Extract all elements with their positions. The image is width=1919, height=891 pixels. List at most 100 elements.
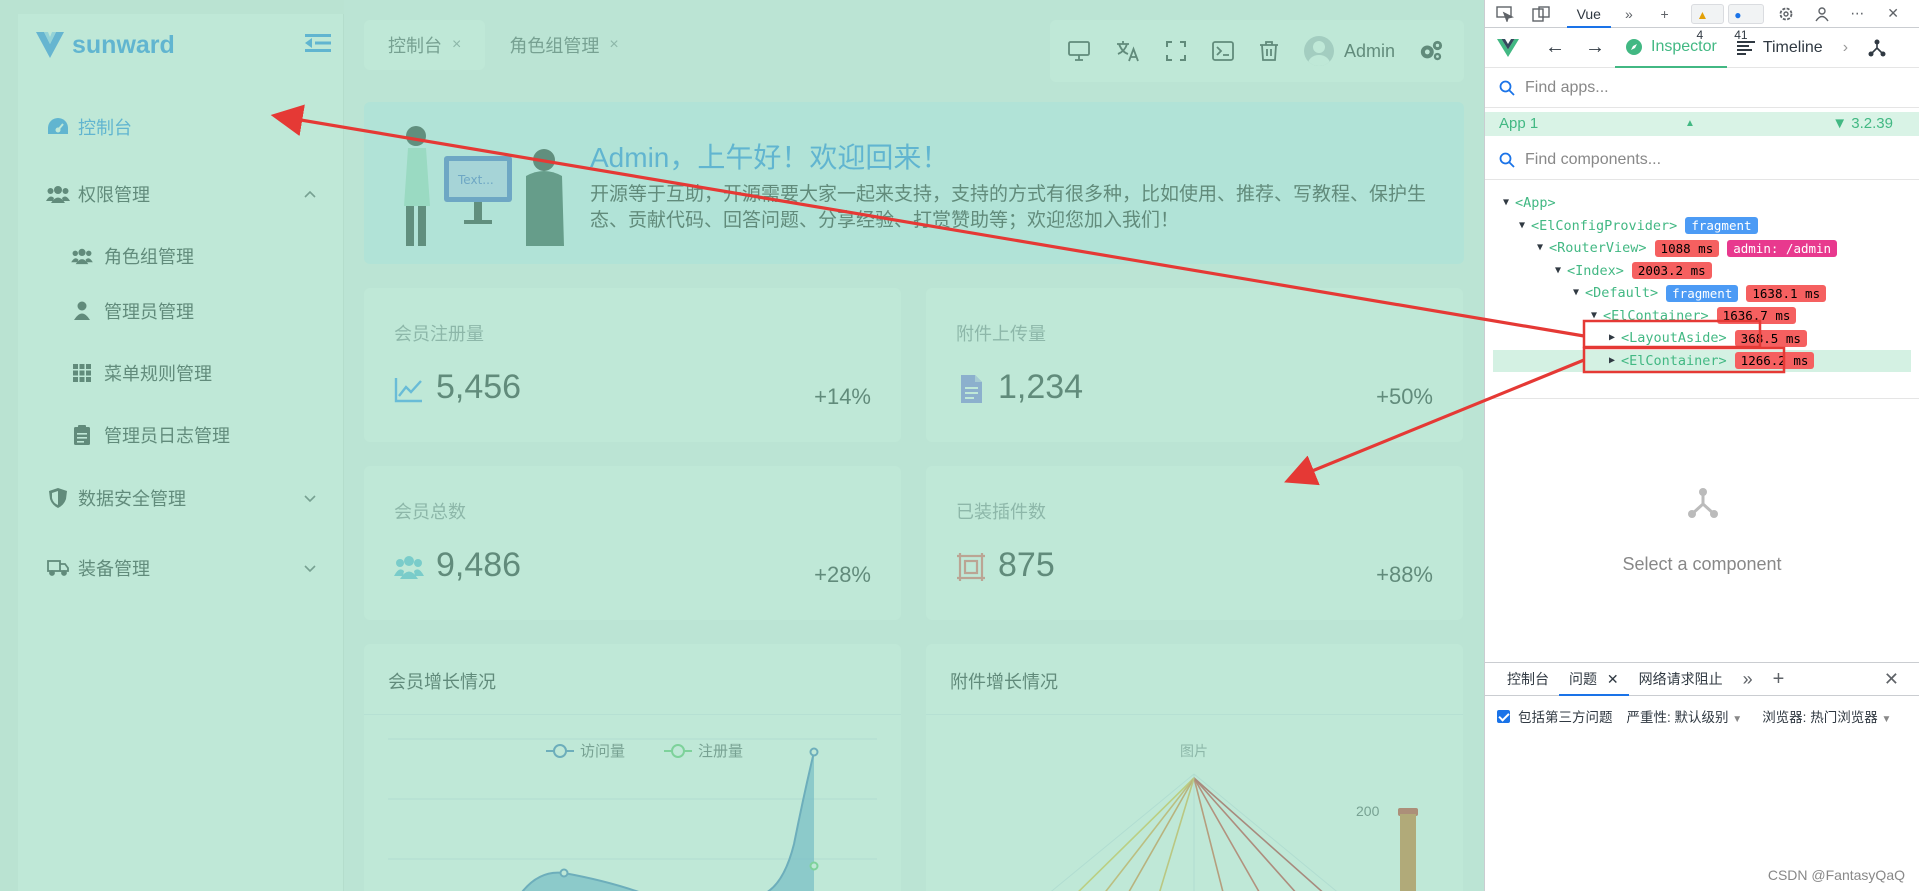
close-icon: ✕ (1606, 671, 1619, 687)
browser-dropdown[interactable]: 浏览器: 热门浏览器 ▼ (1762, 706, 1891, 726)
more-options-icon[interactable]: ⋯ (1847, 4, 1867, 24)
component-graph-icon (1688, 488, 1718, 518)
tree-node-app[interactable]: ▼ <App> (1485, 192, 1919, 215)
stat-change: +14% (814, 384, 871, 409)
tree-node-default[interactable]: ▼ <Default> fragment 1638.1 ms (1485, 282, 1919, 305)
menu-item-admin-logs[interactable]: 管理员日志管理 (18, 404, 343, 466)
users-icon (46, 182, 70, 206)
terminal-icon[interactable] (1212, 39, 1234, 63)
menu-item-permissions[interactable]: 权限管理 (18, 156, 343, 232)
tree-node-routerview[interactable]: ▼ <RouterView> 1088 ms admin: /admin (1485, 237, 1919, 260)
user-name: Admin (1344, 40, 1396, 61)
drawer-tabbar: 控制台 问题 ✕ 网络请求阻止 » + ✕ (1485, 662, 1919, 696)
settings-icon[interactable] (1776, 4, 1796, 24)
timing-badge: 1636.7 ms (1716, 307, 1797, 325)
forward-icon[interactable]: → (1575, 28, 1615, 68)
tab-role-groups[interactable]: 角色组管理 × (485, 20, 642, 70)
tab-dashboard[interactable]: 控制台 × (364, 20, 486, 70)
tab-vue[interactable]: Vue (1566, 0, 1611, 28)
tree-node-layoutaside[interactable]: ▶ <LayoutAside> 368.5 ms (1485, 327, 1919, 350)
menu-label: 管理员日志管理 (104, 426, 230, 446)
close-icon[interactable]: × (609, 36, 618, 54)
menu-item-dashboard[interactable]: 控制台 (18, 98, 343, 156)
stat-value: 9,486 (436, 546, 522, 584)
fragment-badge: fragment (1685, 217, 1758, 235)
welcome-banner: Text... Admin，上午好！欢迎回来！ 开源等于互助，开源需要大家一起来… (364, 102, 1464, 264)
translate-icon[interactable] (1116, 39, 1140, 63)
compass-icon (1626, 38, 1642, 55)
user-menu[interactable]: Admin (1304, 36, 1395, 66)
tab-network-request-blocking[interactable]: 网络请求阻止 (1629, 662, 1733, 696)
collapse-menu-icon[interactable] (305, 32, 331, 54)
fullscreen-icon[interactable] (1166, 39, 1186, 63)
legend-visits[interactable]: 访问量 (546, 743, 625, 760)
brand-name: sunward (72, 30, 175, 59)
graph-icon[interactable] (1858, 28, 1896, 68)
menu-item-role-groups[interactable]: 角色组管理 (18, 232, 343, 280)
third-party-checkbox[interactable] (1497, 709, 1510, 723)
watermark: CSDN @FantasyQaQ (1767, 867, 1905, 883)
sidebar: sunward 控制台 权限管理 角色组管理 管理员管理 菜单规则管理 管理员日… (18, 14, 344, 891)
illustration-text: Text... (457, 173, 494, 187)
back-icon[interactable]: ← (1535, 28, 1575, 68)
tab-label: 角色组管理 (509, 36, 600, 56)
welcome-title: Admin，上午好！欢迎回来！ (590, 142, 950, 173)
route-badge: admin: /admin (1727, 239, 1838, 257)
menu-label: 数据安全管理 (78, 489, 186, 509)
trash-icon[interactable] (1260, 39, 1278, 63)
device-toolbar-icon[interactable] (1531, 4, 1551, 24)
menu-item-admins[interactable]: 管理员管理 (18, 280, 343, 342)
find-apps-search[interactable]: Find apps... (1485, 68, 1919, 108)
tree-node-index[interactable]: ▼ <Index> 2003.2 ms (1485, 260, 1919, 283)
tab-issues[interactable]: 问题 ✕ (1559, 662, 1629, 696)
stat-change: +88% (1376, 562, 1433, 587)
timing-badge: 1088 ms (1654, 239, 1720, 257)
menu-item-data-security[interactable]: 数据安全管理 (18, 466, 343, 530)
tree-node-elcontainer[interactable]: ▼ <ElContainer> 1636.7 ms (1485, 305, 1919, 328)
more-tabs-icon[interactable]: » (1733, 662, 1763, 696)
component-tree: ▼ <App> ▼ <ElConfigProvider> fragment ▼ <Ro… (1485, 192, 1919, 372)
warnings-badge[interactable]: ▲ 4 (1690, 3, 1725, 42)
close-drawer-icon[interactable]: ✕ (1874, 662, 1909, 696)
caret-up-icon: ▲ (1685, 118, 1695, 129)
search-icon (1499, 80, 1515, 96)
profile-icon[interactable] (1812, 4, 1832, 24)
tree-node-elconfigprovider[interactable]: ▼ <ElConfigProvider> fragment (1485, 215, 1919, 238)
inspect-element-icon[interactable] (1495, 4, 1515, 24)
stat-label: 会员总数 (394, 502, 466, 522)
find-apps-placeholder: Find apps... (1525, 78, 1609, 96)
stat-label: 附件上传量 (956, 324, 1046, 344)
severity-dropdown[interactable]: 严重性: 默认级别 ▼ (1627, 706, 1743, 726)
app-selector[interactable]: App 1 ▲ ▼ 3.2.39 (1485, 112, 1919, 136)
add-tab-icon[interactable]: + (1655, 4, 1675, 24)
timeline-icon (1736, 40, 1755, 55)
close-icon[interactable]: × (452, 36, 461, 54)
menu-item-menu-rules[interactable]: 菜单规则管理 (18, 342, 343, 404)
tree-node-elcontainer-selected[interactable]: ▶ <ElContainer> 1266.2 ms (1493, 349, 1911, 372)
brand-logo[interactable]: sunward (34, 28, 175, 62)
app-name: App 1 (1499, 115, 1539, 132)
chevron-down-icon (304, 565, 316, 573)
find-components-search[interactable]: Find components... (1485, 140, 1919, 180)
legend-registrations[interactable]: 注册量 (664, 743, 743, 760)
close-icon[interactable]: ✕ (1883, 4, 1903, 24)
caret-down-icon: ▼ (1537, 242, 1544, 253)
plugin-icon (957, 553, 985, 581)
app-version: ▼ 3.2.39 (1832, 115, 1893, 132)
tab-timeline[interactable]: Timeline (1727, 28, 1833, 68)
monitor-icon[interactable] (1068, 39, 1090, 63)
caret-down-icon: ▼ (1555, 264, 1562, 276)
chevron-right-icon[interactable]: › (1833, 28, 1858, 68)
tab-console[interactable]: 控制台 (1497, 662, 1559, 696)
add-tab-icon[interactable]: + (1763, 662, 1795, 696)
messages-badge[interactable]: ● 41 (1728, 3, 1764, 42)
caret-down-icon: ▼ (1573, 287, 1580, 298)
tab-inspector[interactable]: Inspector (1615, 28, 1727, 68)
find-components-placeholder: Find components... (1525, 150, 1662, 168)
more-tabs-icon[interactable]: » (1619, 4, 1639, 24)
menu-item-equipment[interactable]: 装备管理 (18, 530, 343, 606)
timing-badge: 368.5 ms (1734, 329, 1807, 347)
select-component-hint: Select a component (1622, 554, 1782, 574)
settings-icon[interactable] (1419, 39, 1443, 63)
divider (1485, 398, 1919, 399)
